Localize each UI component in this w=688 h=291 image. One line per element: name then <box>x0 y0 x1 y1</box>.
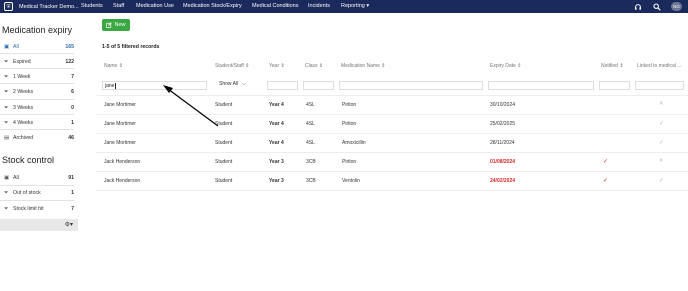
annotation-arrow <box>163 85 219 127</box>
